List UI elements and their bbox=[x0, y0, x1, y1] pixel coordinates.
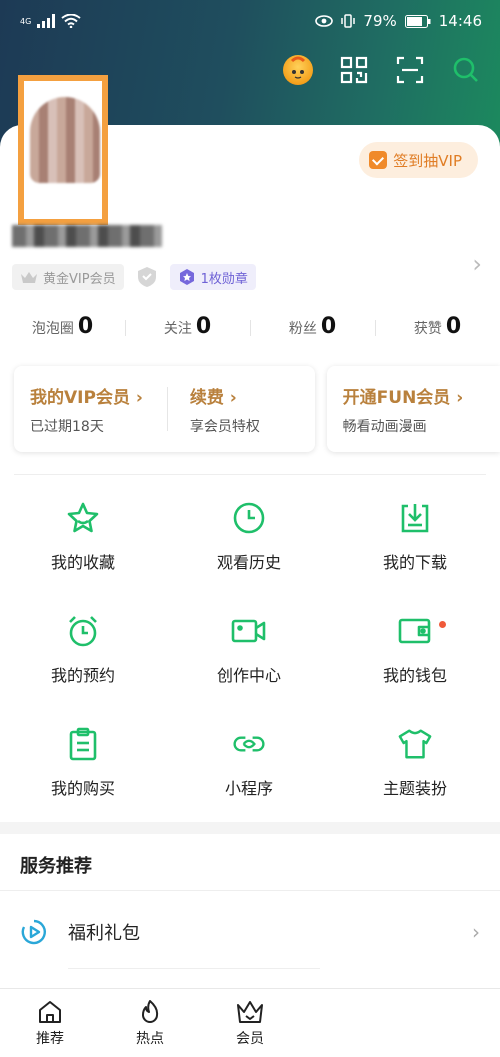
calendar-check-icon bbox=[369, 151, 388, 169]
shirt-icon bbox=[397, 726, 433, 762]
crown-icon bbox=[21, 272, 37, 283]
stat-likes[interactable]: 获赞 0 bbox=[375, 314, 500, 342]
sign-in-vip-label: 签到抽VIP bbox=[393, 151, 462, 170]
vip-membership-card: 我的VIP会员 › 已过期18天 续费 › 享会员特权 bbox=[14, 366, 315, 452]
search-icon[interactable] bbox=[450, 54, 482, 86]
nav-tab-vip[interactable]: 会员 bbox=[200, 989, 300, 1057]
video-camera-icon bbox=[231, 613, 267, 649]
medal-badge[interactable]: 1枚勋章 bbox=[169, 264, 256, 290]
renew-sub: 享会员特权 bbox=[189, 418, 260, 435]
star-icon bbox=[65, 500, 101, 536]
wallet-icon bbox=[397, 613, 433, 649]
level-shield-icon[interactable] bbox=[136, 266, 158, 288]
notification-dot bbox=[439, 621, 446, 628]
nav-tab-recommend[interactable]: 推荐 bbox=[0, 989, 100, 1057]
my-vip-status: 已过期18天 bbox=[30, 418, 104, 435]
section-divider bbox=[14, 474, 486, 475]
grid-item-downloads[interactable]: 我的下载 bbox=[332, 500, 498, 573]
profile-chevron-icon[interactable]: › bbox=[472, 250, 482, 278]
status-bar: 4G 79% 14:46 bbox=[0, 0, 500, 42]
service-item-divider bbox=[68, 968, 320, 969]
my-vip-title: 我的VIP会员 › bbox=[30, 387, 143, 408]
avatar[interactable] bbox=[18, 75, 108, 225]
services-divider bbox=[0, 890, 500, 891]
vip-card-divider bbox=[166, 387, 168, 431]
eye-comfort-icon bbox=[315, 15, 334, 27]
my-vip-link[interactable]: 我的VIP会员 › 已过期18天 bbox=[30, 383, 143, 436]
link-icon bbox=[231, 726, 267, 762]
stat-followers[interactable]: 粉丝 0 bbox=[250, 314, 375, 342]
renew-title: 续费 › bbox=[189, 387, 237, 408]
grid-item-favorites[interactable]: 我的收藏 bbox=[0, 500, 166, 573]
play-circle-icon bbox=[21, 919, 46, 945]
flame-icon bbox=[142, 1000, 159, 1023]
nav-tab-hot[interactable]: 热点 bbox=[100, 989, 200, 1057]
clock-time: 14:46 bbox=[438, 12, 482, 30]
fun-title: 开通FUN会员 › bbox=[342, 387, 464, 408]
vip-level-label: 黄金VIP会员 bbox=[43, 271, 116, 287]
service-item-welfare-pack[interactable]: 福利礼包 › bbox=[0, 908, 500, 956]
grid-item-wallet[interactable]: 我的钱包 bbox=[332, 613, 498, 686]
stat-following[interactable]: 关注 0 bbox=[125, 314, 250, 342]
vip-cards-row: 我的VIP会员 › 已过期18天 续费 › 享会员特权 开通FUN会员 › 畅看… bbox=[14, 366, 500, 452]
grid-item-purchases[interactable]: 我的购买 bbox=[0, 726, 166, 799]
avatar-image bbox=[30, 97, 100, 183]
crown-icon bbox=[237, 1001, 263, 1023]
services-title: 服务推荐 bbox=[20, 856, 92, 877]
wifi-icon bbox=[61, 14, 81, 28]
clipboard-icon bbox=[65, 726, 101, 762]
section-gap bbox=[0, 822, 500, 834]
medal-label: 1枚勋章 bbox=[200, 271, 248, 287]
download-icon bbox=[397, 500, 433, 536]
service-item-label: 福利礼包 bbox=[68, 923, 140, 944]
sign-in-vip-button[interactable]: 签到抽VIP bbox=[359, 142, 478, 178]
home-icon bbox=[39, 1001, 61, 1023]
alarm-icon bbox=[65, 613, 101, 649]
signal-icon bbox=[37, 14, 56, 28]
feature-grid: 我的收藏 观看历史 我的下载 我的预约 创作中心 我的钱包 我的购买 小程序 主… bbox=[0, 500, 500, 799]
network-type: 4G bbox=[20, 16, 32, 26]
qr-code-icon[interactable] bbox=[338, 54, 370, 86]
battery-icon bbox=[404, 14, 431, 28]
mascot-icon[interactable] bbox=[282, 54, 314, 86]
renew-link[interactable]: 续费 › 享会员特权 bbox=[190, 383, 260, 436]
badges-row: 黄金VIP会员 1枚勋章 bbox=[12, 264, 256, 290]
vip-level-badge[interactable]: 黄金VIP会员 bbox=[12, 264, 124, 290]
fun-membership-card[interactable]: 开通FUN会员 › 畅看动画漫画 bbox=[326, 366, 500, 452]
fun-sub: 畅看动画漫画 bbox=[342, 418, 427, 435]
grid-item-history[interactable]: 观看历史 bbox=[166, 500, 332, 573]
grid-item-mini-programs[interactable]: 小程序 bbox=[166, 726, 332, 799]
header-actions bbox=[282, 54, 482, 86]
bottom-navigation: 推荐 热点 会员 bbox=[0, 988, 500, 1057]
grid-item-themes[interactable]: 主题装扮 bbox=[332, 726, 498, 799]
stat-bubble-circle[interactable]: 泡泡圈 0 bbox=[0, 314, 125, 342]
stats-row: 泡泡圈 0 关注 0 粉丝 0 获赞 0 bbox=[0, 314, 500, 342]
chevron-right-icon: › bbox=[472, 920, 480, 944]
medal-icon bbox=[179, 269, 194, 285]
grid-item-creator-center[interactable]: 创作中心 bbox=[166, 613, 332, 686]
scan-icon[interactable] bbox=[394, 54, 426, 86]
vibrate-icon bbox=[341, 14, 356, 28]
grid-item-reservations[interactable]: 我的预约 bbox=[0, 613, 166, 686]
clock-icon bbox=[231, 500, 267, 536]
username bbox=[12, 225, 162, 247]
battery-percent: 79% bbox=[363, 12, 397, 30]
